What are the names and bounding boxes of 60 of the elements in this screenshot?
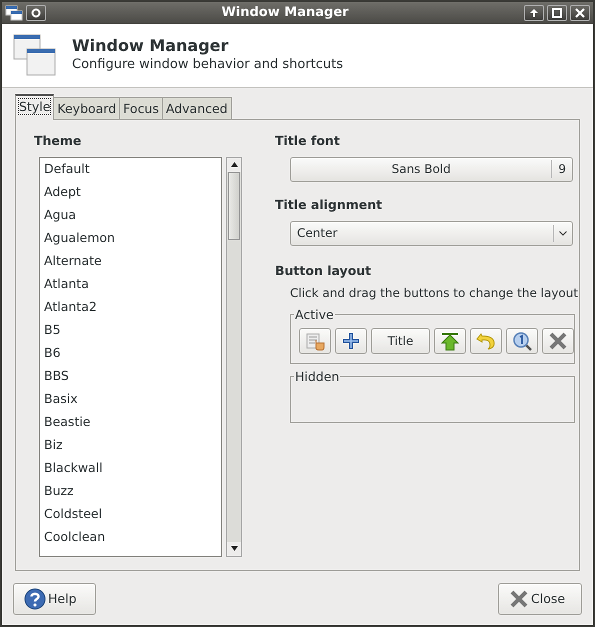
close-button[interactable]: Close [498,583,582,615]
theme-item[interactable]: B6 [40,342,221,365]
header-subtitle: Configure window behavior and shortcuts [72,56,344,74]
button-layout-label: Button layout [275,262,372,280]
close-icon [575,8,585,18]
chevron-down-icon [559,230,567,236]
plus-icon [341,331,361,352]
maximize-icon [552,8,562,18]
stick-button[interactable] [335,328,367,354]
tab[interactable]: Advanced [162,97,232,119]
theme-item[interactable]: Agua [40,204,221,227]
close-button[interactable] [570,5,590,21]
window-title: Window Manager [220,4,350,22]
scrollbar-thumb[interactable] [228,172,240,240]
theme-item[interactable]: Basix [40,388,221,411]
theme-item[interactable]: Coldsteel [40,502,221,526]
theme-item[interactable]: Buzz [40,480,221,503]
magnifier-icon [512,331,532,352]
help-button[interactable]: Help [13,583,96,615]
theme-item[interactable]: Adept [40,180,221,204]
page-hand-icon [305,331,325,352]
theme-label: Theme [34,132,82,150]
header-title: Window Manager [72,36,230,56]
down-triangle-icon[interactable] [230,546,238,552]
title-alignment-label: Title alignment [275,196,384,214]
tab[interactable]: Keyboard [53,97,120,119]
menu-button[interactable] [26,5,46,21]
maximize-button[interactable] [506,328,538,354]
theme-list[interactable]: Default Adept Agua Agualemon Alternate Atlanta Atlanta2 B5 B6 BBS Basix Beastie Biz Blackwall Buzz Coldsteel Coolclean [39,156,222,557]
tab[interactable]: Focus [119,97,163,119]
theme-item[interactable]: Blackwall [40,456,221,480]
shade-button[interactable] [434,328,466,354]
circle-icon [31,8,41,18]
close-icon [548,331,568,352]
theme-item[interactable]: Atlanta2 [40,296,221,319]
theme-item[interactable]: Default [40,158,221,181]
title-font-label: Title font [275,132,341,150]
theme-item[interactable]: B5 [40,318,221,342]
theme-item[interactable]: Biz [40,434,221,457]
theme-item[interactable]: Alternate [40,250,221,273]
font-button[interactable]: Sans Bold 9 [290,156,573,182]
shade-button[interactable] [524,5,544,21]
theme-item[interactable]: Agualemon [40,226,221,250]
up-triangle-icon[interactable] [230,162,238,168]
theme-item[interactable]: Beastie [40,410,221,434]
theme-item[interactable]: Atlanta [40,272,221,296]
up-arrow-icon [440,331,460,352]
windows-icon [12,32,58,78]
theme-item[interactable]: Coolclean [40,526,221,549]
curved-arrow-icon [476,331,496,352]
scrollbar[interactable] [226,156,242,557]
tab[interactable]: Style [15,94,54,120]
windows-icon[interactable] [5,5,23,21]
title-button[interactable]: Title [371,328,430,354]
help-icon [24,588,46,610]
up-arrow-icon [529,8,539,18]
close-icon [509,589,529,609]
alignment-dropdown[interactable]: Center [290,220,573,246]
maximize-button[interactable] [547,5,567,21]
theme-item[interactable]: BBS [40,364,221,388]
